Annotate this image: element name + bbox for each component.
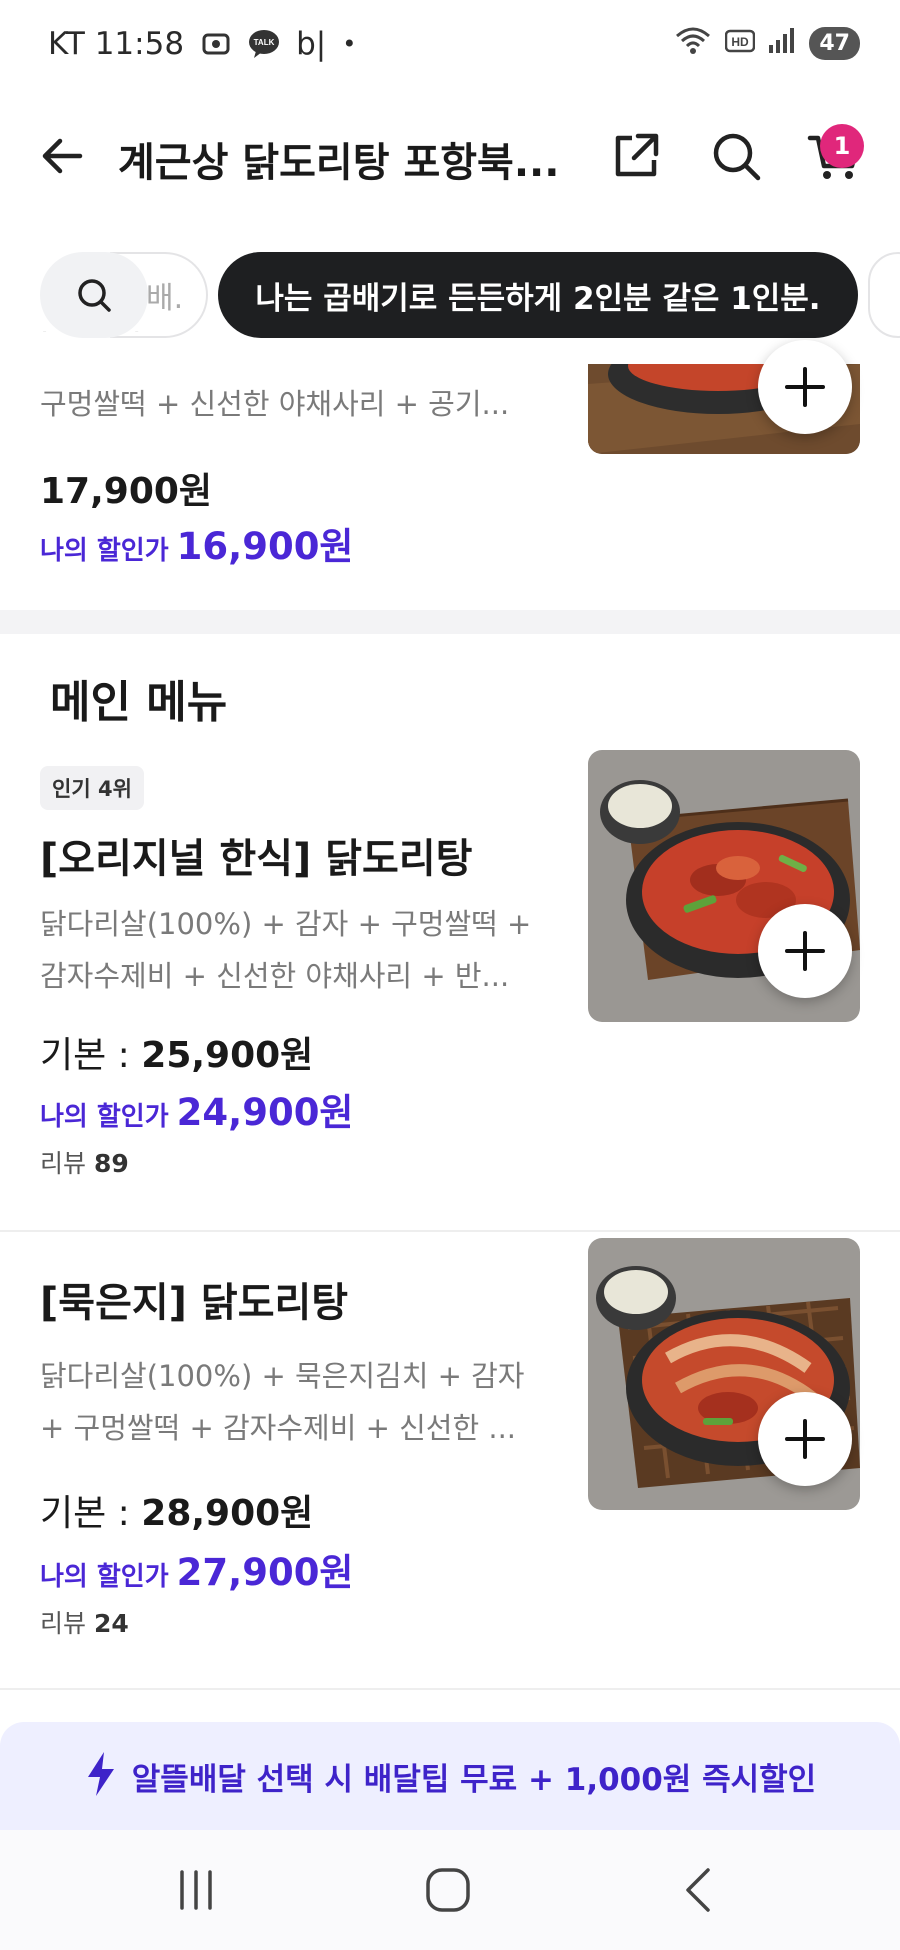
add-to-cart-button[interactable] bbox=[758, 340, 852, 434]
item-name: [오리지널 한식] 닭도리탕 bbox=[40, 836, 473, 882]
chevron-left-icon bbox=[686, 1868, 710, 1912]
share-icon bbox=[615, 133, 659, 177]
store-title: 계근상 닭도리탕 포항북... bbox=[118, 140, 560, 186]
add-to-cart-button[interactable] bbox=[758, 904, 852, 998]
menu-item[interactable]: [묵은지] 닭도리탕 닭다리살(100%) + 묵은지김치 + 감자 + 구멍쌀… bbox=[0, 1238, 900, 1690]
system-back-button[interactable] bbox=[660, 1860, 740, 1920]
svg-text:HD: HD bbox=[732, 35, 750, 49]
item-name: [묵은지] 닭도리탕 bbox=[40, 1280, 349, 1326]
tag-chip-label: 배. bbox=[146, 281, 184, 316]
add-to-cart-button[interactable] bbox=[758, 1392, 852, 1486]
discount-row: 나의 할인가 27,900원 bbox=[40, 1542, 353, 1596]
base-label: 기본 : bbox=[40, 1493, 142, 1534]
plus-icon bbox=[785, 1419, 825, 1459]
cart-count-badge: 1 bbox=[820, 124, 864, 168]
status-right: HD 47 bbox=[673, 26, 860, 60]
menu-search-button[interactable] bbox=[40, 252, 148, 338]
discount-price: 16,900원 bbox=[176, 525, 354, 568]
section-divider bbox=[0, 610, 900, 634]
lightning-icon bbox=[84, 1750, 118, 1802]
search-icon bbox=[713, 133, 761, 181]
screenshot-icon bbox=[200, 28, 232, 60]
discount-label: 나의 할인가 bbox=[40, 1102, 169, 1132]
plus-icon bbox=[785, 367, 825, 407]
arrow-left-icon bbox=[42, 138, 83, 174]
review-count: 리뷰 89 bbox=[40, 1144, 129, 1180]
cart-button[interactable]: 1 bbox=[806, 124, 882, 184]
section-title: 메인 메뉴 bbox=[50, 677, 228, 728]
talk-icon: TALK bbox=[248, 28, 280, 60]
discount-price: 27,900원 bbox=[176, 1551, 354, 1594]
review-label: 리뷰 bbox=[40, 1609, 94, 1638]
tag-chip-partial[interactable] bbox=[868, 252, 900, 338]
home-button[interactable] bbox=[408, 1860, 488, 1920]
base-price: 25,900원 bbox=[141, 1035, 314, 1076]
review-label: 리뷰 bbox=[40, 1149, 94, 1178]
review-number: 24 bbox=[93, 1609, 129, 1638]
recent-apps-icon bbox=[180, 1870, 212, 1910]
search-icon bbox=[78, 279, 111, 312]
base-price-row: 기본 : 25,900원 bbox=[40, 1026, 313, 1078]
menu-item[interactable]: 인기 4위 [오리지널 한식] 닭도리탕 닭다리살(100%) + 감자 + 구… bbox=[0, 750, 900, 1206]
discount-price: 24,900원 bbox=[176, 1091, 354, 1134]
discount-row: 나의 할인가 24,900원 bbox=[40, 1082, 353, 1136]
system-nav-bar bbox=[0, 1830, 900, 1950]
item-desc-line1: 닭다리살(100%) + 묵은지김치 + 감자 bbox=[40, 1359, 525, 1393]
status-left: KT 11:58 TALK b| • bbox=[48, 26, 356, 62]
battery-indicator: 47 bbox=[809, 26, 860, 60]
base-price: 28,900원 bbox=[141, 1493, 314, 1534]
discount-row: 나의 할인가 16,900원 bbox=[40, 516, 353, 570]
item-desc-line1: 닭다리살(100%) + 감자 + 구멍쌀떡 + bbox=[40, 907, 532, 941]
review-number: 89 bbox=[93, 1149, 129, 1178]
discount-label: 나의 할인가 bbox=[40, 1562, 169, 1592]
item-desc: 구멍쌀떡 + 신선한 야채사리 + 공기... bbox=[40, 387, 510, 421]
menu-item-prev[interactable]: · · · · · · 구멍쌀떡 + 신선한 야채사리 + 공기... 17,9… bbox=[0, 317, 900, 610]
app-header: 계근상 닭도리탕 포항북... 1 bbox=[0, 110, 900, 200]
base-price-row: 기본 : 28,900원 bbox=[40, 1484, 313, 1536]
item-divider bbox=[0, 1230, 900, 1232]
item-divider bbox=[0, 1688, 900, 1690]
review-count: 리뷰 24 bbox=[40, 1604, 129, 1640]
search-button[interactable] bbox=[708, 128, 764, 184]
item-desc-line2: 감자수제비 + 신선한 야채사리 + 반... bbox=[40, 959, 510, 993]
discount-label: 나의 할인가 bbox=[40, 536, 169, 566]
svg-text:TALK: TALK bbox=[254, 38, 275, 47]
hd-icon: HD bbox=[725, 28, 756, 58]
back-button[interactable] bbox=[36, 128, 92, 184]
notif-dot: • bbox=[342, 30, 357, 58]
wifi-icon bbox=[673, 26, 713, 60]
delivery-promo-banner[interactable]: 알뜰배달 선택 시 배달팁 무료 + 1,000원 즉시할인 bbox=[0, 1722, 900, 1830]
recent-apps-button[interactable] bbox=[156, 1860, 236, 1920]
item-price: 17,900원 bbox=[40, 471, 213, 512]
home-icon bbox=[426, 1868, 470, 1912]
signal-icon bbox=[767, 27, 797, 59]
share-button[interactable] bbox=[608, 128, 664, 184]
carrier-time: KT 11:58 bbox=[48, 26, 185, 62]
item-desc-line2: + 구멍쌀떡 + 감자수제비 + 신선한 ... bbox=[40, 1411, 517, 1445]
base-label: 기본 : bbox=[40, 1035, 142, 1076]
notif-text: b| bbox=[296, 26, 327, 62]
plus-icon bbox=[785, 931, 825, 971]
status-bar: KT 11:58 TALK b| • HD 47 bbox=[0, 0, 900, 90]
rank-badge: 인기 4위 bbox=[40, 766, 144, 810]
promo-text: 알뜰배달 선택 시 배달팁 무료 + 1,000원 즉시할인 bbox=[131, 1761, 817, 1798]
